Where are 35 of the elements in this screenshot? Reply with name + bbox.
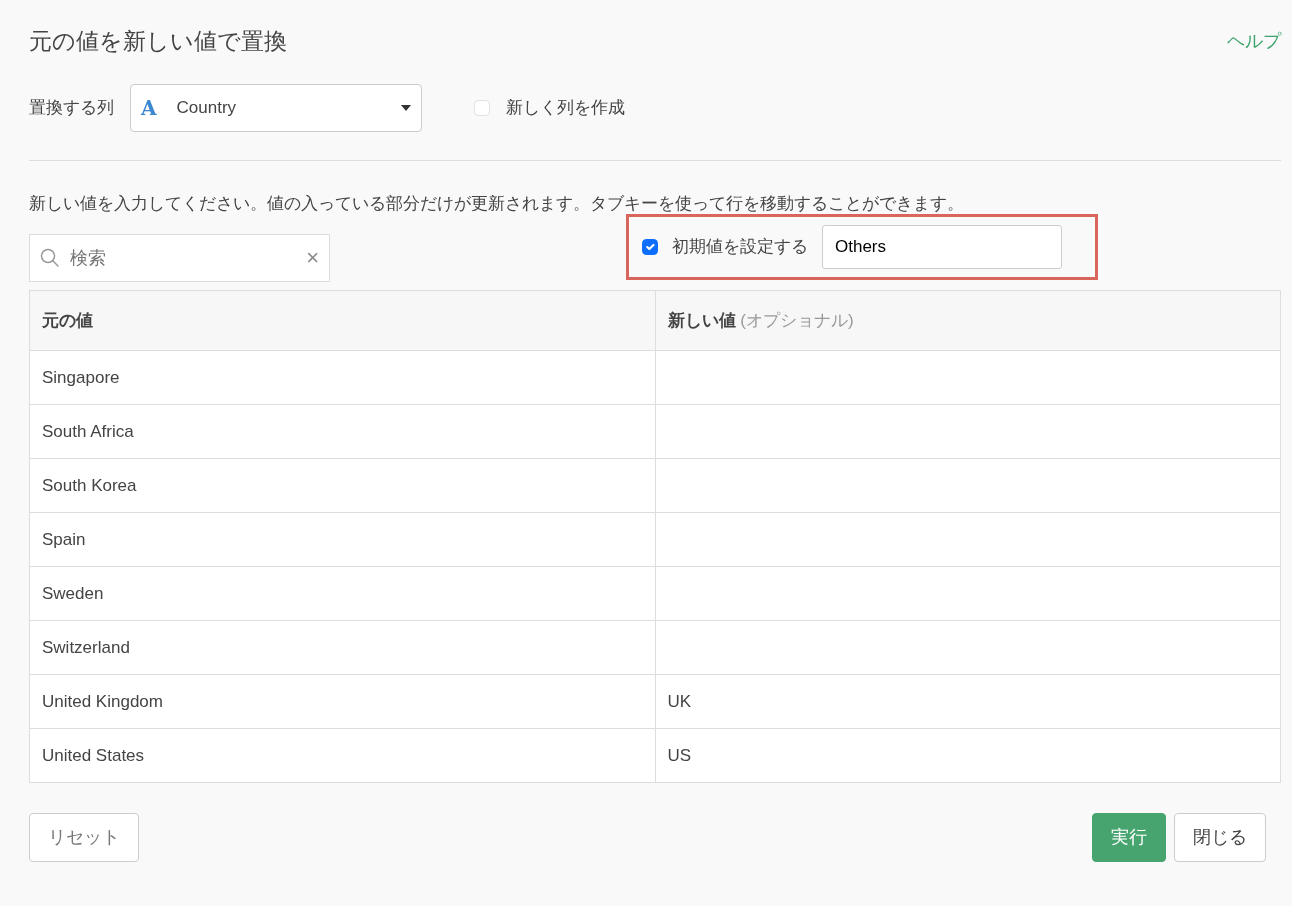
original-value-cell: United States	[29, 728, 655, 783]
column-header-label: 新しい値	[667, 310, 736, 330]
column-header-note: (オプショナル)	[740, 310, 854, 330]
new-value-cell[interactable]	[655, 620, 1281, 675]
default-value-field[interactable]: Others	[822, 225, 1062, 270]
original-value-cell: United Kingdom	[29, 674, 655, 729]
original-value-cell: South Africa	[29, 404, 655, 459]
new-value-cell[interactable]	[655, 566, 1281, 621]
new-value-cell[interactable]	[655, 458, 1281, 513]
column-select-label: 置換する列	[29, 96, 114, 119]
new-value-cell[interactable]: US	[655, 728, 1281, 783]
dialog-title: 元の値を新しい値で置換	[29, 28, 287, 56]
original-value-cell: Sweden	[29, 566, 655, 621]
search-icon	[40, 248, 60, 269]
new-value-cell[interactable]	[655, 512, 1281, 567]
new-value-cell[interactable]	[655, 350, 1281, 405]
original-value-cell: Spain	[29, 512, 655, 567]
original-value-cell: South Korea	[29, 458, 655, 513]
caret-icon	[401, 104, 411, 111]
reset-button[interactable]: リセット	[29, 813, 139, 863]
create-column-label: 新しく列を作成	[506, 96, 625, 119]
original-value-cell: Switzerland	[29, 620, 655, 675]
clear-button[interactable]: ×	[306, 247, 319, 270]
new-value-cell[interactable]: UK	[655, 674, 1281, 729]
column-select[interactable]: A Country	[130, 83, 422, 132]
instruction-text: 新しい値を入力してください。値の入っている部分だけが更新されます。タブキーを使って行を移動することができます。	[29, 192, 965, 215]
default-value-checkbox[interactable]	[642, 239, 658, 256]
original-value-cell: Singapore	[29, 350, 655, 405]
search-field[interactable]: 検索 ×	[29, 234, 330, 283]
column-header-label: 元の値	[42, 310, 93, 330]
create-column-checkbox[interactable]	[474, 99, 490, 116]
close-button[interactable]: 閉じる	[1174, 813, 1266, 863]
text-type-icon: A	[141, 92, 157, 123]
new-value-cell[interactable]	[655, 404, 1281, 459]
default-value-label: 初期値を設定する	[672, 236, 808, 259]
